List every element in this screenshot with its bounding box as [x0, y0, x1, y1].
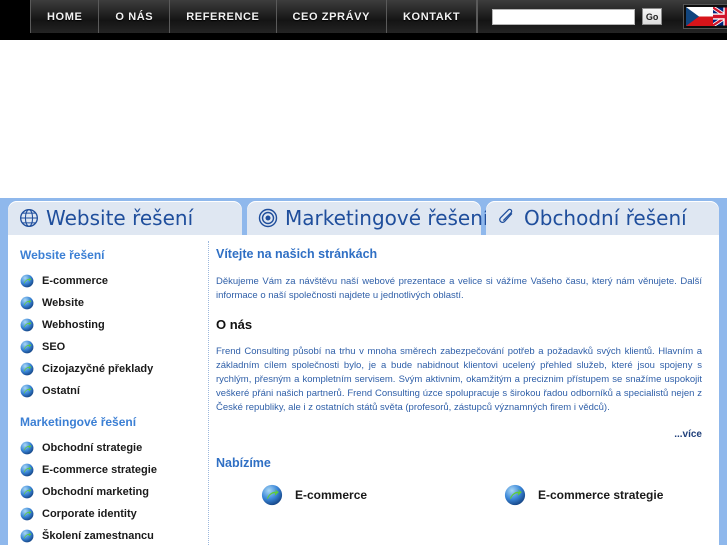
- top-navigation-inner: HOME O NÁS REFERENCE CEO ZPRÁVY KONTAKT …: [30, 0, 727, 33]
- nav-item-o-nas[interactable]: O NÁS: [99, 0, 171, 33]
- sidebar-content-divider: [208, 241, 209, 545]
- paperclip-icon: [499, 208, 513, 223]
- offer-item-e-commerce[interactable]: E-commerce: [216, 478, 459, 512]
- sidebar-item-corporate-identity[interactable]: Corporate identity: [20, 503, 204, 525]
- language-switcher: [676, 0, 727, 33]
- tab-marketingove-reseni[interactable]: Marketingové řešení: [247, 201, 488, 235]
- sidebar-item-label: Webhosting: [42, 319, 105, 331]
- arrow-circle-icon: [20, 441, 34, 455]
- sidebar-item-ostatni[interactable]: Ostatní: [20, 380, 204, 402]
- sidebar-group-title-website: Website řešení: [20, 248, 105, 262]
- sidebar: Website řešení E-commerce Website Webhos…: [8, 235, 204, 545]
- search-input[interactable]: [492, 8, 636, 25]
- offer-heading: Nabízíme: [216, 456, 271, 470]
- arrow-circle-icon: [20, 463, 34, 477]
- arrow-circle-icon: [20, 296, 34, 310]
- offer-item-label: E-commerce strategie: [538, 488, 664, 502]
- sidebar-item-skoleni-zamestnancu[interactable]: Školení zamestnancu: [20, 525, 204, 547]
- arrow-circle-icon: [20, 318, 34, 332]
- uk-flag-icon[interactable]: [713, 7, 727, 26]
- sidebar-item-label: Corporate identity: [42, 508, 137, 520]
- arrow-circle-icon: [20, 529, 34, 543]
- about-paragraph: Frend Consulting působí na trhu v mnoha …: [216, 346, 702, 413]
- arrow-circle-icon: [20, 340, 34, 354]
- tab-obchodni-reseni[interactable]: Obchodní řešení: [486, 201, 719, 235]
- sidebar-group-title-marketing: Marketingové řešení: [20, 415, 137, 429]
- welcome-paragraph: Děkujeme Vám za návštěvu naší webové pre…: [216, 276, 702, 301]
- sidebar-item-seo[interactable]: SEO: [20, 336, 204, 358]
- sidebar-item-obchodni-marketing[interactable]: Obchodní marketing: [20, 481, 204, 503]
- main-content: Vítejte na našich stránkách Děkujeme Vám…: [216, 235, 712, 545]
- search-area: Go: [478, 0, 676, 33]
- sidebar-item-website[interactable]: Website: [20, 292, 204, 314]
- target-icon: [258, 208, 278, 228]
- sidebar-item-label: Cizojazyčné překlady: [42, 363, 154, 375]
- banner-area: [0, 40, 727, 198]
- tab-label: Marketingové řešení: [285, 206, 489, 230]
- czech-flag-icon[interactable]: [686, 7, 714, 26]
- sidebar-item-label: SEO: [42, 341, 66, 353]
- sidebar-item-webhosting[interactable]: Webhosting: [20, 314, 204, 336]
- search-go-button[interactable]: Go: [642, 8, 663, 25]
- offer-grid: E-commerce E-commerce strategie: [216, 478, 702, 512]
- nav-item-ceo-zpravy[interactable]: CEO ZPRÁVY: [277, 0, 388, 33]
- sidebar-item-e-commerce[interactable]: E-commerce: [20, 270, 204, 292]
- sidebar-item-label: Školení zamestnancu: [42, 530, 154, 542]
- sidebar-item-label: E-commerce: [42, 275, 109, 287]
- offer-item-e-commerce-strategie[interactable]: E-commerce strategie: [459, 478, 702, 512]
- arrow-circle-icon: [20, 362, 34, 376]
- nav-item-kontakt[interactable]: KONTAKT: [387, 0, 478, 33]
- sidebar-item-label: Obchodní strategie: [42, 442, 143, 454]
- arrow-circle-icon: [504, 484, 526, 506]
- sidebar-item-label: E-commerce strategie: [42, 464, 157, 476]
- nav-item-home[interactable]: HOME: [30, 0, 100, 33]
- arrow-circle-icon: [261, 484, 283, 506]
- sidebar-item-label: Website: [42, 297, 84, 309]
- globe-icon: [20, 209, 38, 227]
- sidebar-item-e-commerce-strategie[interactable]: E-commerce strategie: [20, 459, 204, 481]
- arrow-circle-icon: [20, 384, 34, 398]
- flag-box: [684, 5, 727, 28]
- about-heading: O nás: [216, 317, 253, 332]
- sidebar-item-label: Obchodní marketing: [42, 486, 149, 498]
- nav-item-reference[interactable]: REFERENCE: [170, 0, 277, 33]
- section-tabs: Website řešení Marketingové řešení Obcho…: [8, 201, 719, 235]
- sidebar-item-cizojazycne-preklady[interactable]: Cizojazyčné překlady: [20, 358, 204, 380]
- tab-label: Website řešení: [46, 206, 194, 230]
- header-black-strip: [0, 33, 727, 40]
- arrow-circle-icon: [20, 274, 34, 288]
- content-card: Website řešení E-commerce Website Webhos…: [8, 235, 719, 545]
- tab-label: Obchodní řešení: [524, 206, 687, 230]
- sidebar-item-obchodni-strategie[interactable]: Obchodní strategie: [20, 437, 204, 459]
- top-navigation-bar: HOME O NÁS REFERENCE CEO ZPRÁVY KONTAKT …: [0, 0, 727, 35]
- arrow-circle-icon: [20, 485, 34, 499]
- tab-website-reseni[interactable]: Website řešení: [8, 201, 242, 235]
- offer-item-label: E-commerce: [295, 488, 368, 502]
- page-frame: Website řešení Marketingové řešení Obcho…: [0, 198, 727, 545]
- welcome-heading: Vítejte na našich stránkách: [216, 247, 378, 261]
- arrow-circle-icon: [20, 507, 34, 521]
- read-more-link[interactable]: ...více: [216, 429, 702, 440]
- sidebar-item-label: Ostatní: [42, 385, 80, 397]
